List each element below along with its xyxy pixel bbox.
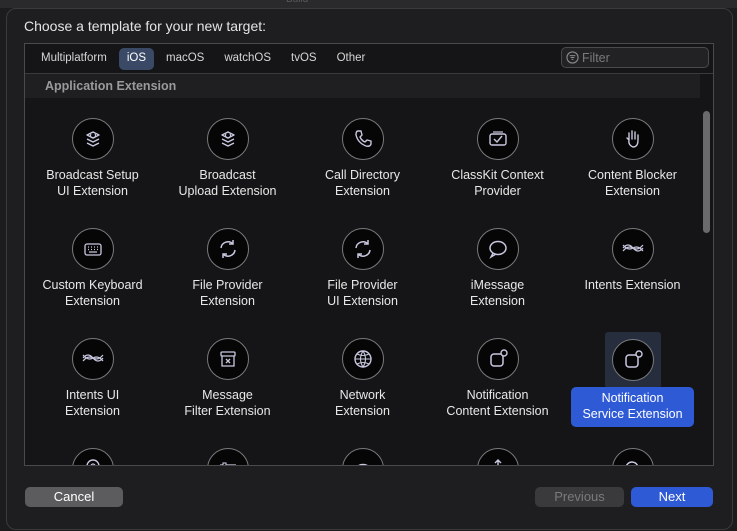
sliders-icon: [207, 448, 249, 465]
template-tile[interactable]: [565, 437, 700, 465]
template-icon-frame: [69, 445, 117, 465]
template-label: File Provider UI Extension: [327, 278, 398, 308]
template-label: ClassKit Context Provider: [451, 168, 544, 198]
template-tile[interactable]: [430, 437, 565, 465]
template-tile[interactable]: iMessage Extension: [430, 217, 565, 325]
template-tile[interactable]: Intents UI Extension: [25, 327, 160, 435]
message-bubble-icon: [477, 228, 519, 270]
template-icon-frame: [474, 225, 522, 273]
template-label: Intents Extension: [584, 278, 681, 292]
template-label: Message Filter Extension: [184, 388, 271, 418]
intents-wave-icon: [72, 338, 114, 380]
template-icon-frame: [474, 445, 522, 465]
template-label: Broadcast Upload Extension: [178, 168, 277, 198]
broadcast-icon: [72, 118, 114, 160]
background-window-strip: Build: [0, 0, 737, 8]
template-label: File Provider Extension: [192, 278, 263, 308]
intents-wave-icon: [612, 228, 654, 270]
notification-icon: [612, 339, 654, 381]
next-button[interactable]: Next: [631, 487, 713, 507]
keyboard-icon: [72, 228, 114, 270]
template-tile[interactable]: ClassKit Context Provider: [430, 107, 565, 215]
template-icon-frame: [69, 115, 117, 163]
previous-button[interactable]: Previous: [535, 487, 624, 507]
template-icon-frame: [204, 225, 252, 273]
template-label: Notification Content Extension: [446, 388, 549, 418]
template-icon-frame: [609, 445, 657, 465]
location-pin-icon: [72, 448, 114, 465]
template-tile[interactable]: Call Directory Extension: [295, 107, 430, 215]
template-grid: Broadcast Setup UI Extension Broadcast Up…: [25, 44, 700, 465]
template-icon-frame: [474, 115, 522, 163]
template-icon-frame: [609, 115, 657, 163]
cancel-button[interactable]: Cancel: [25, 487, 123, 507]
template-tile[interactable]: Notification Content Extension: [430, 327, 565, 435]
globe-icon: [342, 338, 384, 380]
template-label: Call Directory Extension: [324, 168, 400, 198]
template-icon-frame: [339, 445, 387, 465]
template-tile[interactable]: Message Filter Extension: [160, 327, 295, 435]
template-icon-frame: [339, 225, 387, 273]
template-icon-frame: [474, 335, 522, 383]
phone-icon: [342, 118, 384, 160]
sync-icon: [342, 228, 384, 270]
template-tile[interactable]: File Provider UI Extension: [295, 217, 430, 325]
template-label: Notification Service Extension: [571, 387, 694, 427]
scrollbar-thumb[interactable]: [703, 111, 710, 233]
search-icon: [612, 448, 654, 465]
template-tile[interactable]: Notification Service Extension: [565, 327, 700, 435]
template-tile[interactable]: Broadcast Upload Extension: [160, 107, 295, 215]
broadcast-icon: [207, 118, 249, 160]
classkit-icon: [477, 118, 519, 160]
template-label: Network Extension: [335, 388, 390, 418]
template-label: Broadcast Setup UI Extension: [46, 168, 139, 198]
template-label: Intents UI Extension: [65, 388, 120, 418]
template-tile[interactable]: [295, 437, 430, 465]
template-icon-frame: [204, 445, 252, 465]
template-tile[interactable]: Content Blocker Extension: [565, 107, 700, 215]
template-icon-frame: [339, 335, 387, 383]
template-tile[interactable]: Custom Keyboard Extension: [25, 217, 160, 325]
template-tile[interactable]: File Provider Extension: [160, 217, 295, 325]
scrollbar[interactable]: [699, 74, 713, 465]
template-icon-frame: [339, 115, 387, 163]
template-label: iMessage Extension: [470, 278, 525, 308]
message-filter-icon: [207, 338, 249, 380]
template-icon-frame: [204, 115, 252, 163]
notification-icon: [477, 338, 519, 380]
template-tile[interactable]: [25, 437, 160, 465]
template-label: Content Blocker Extension: [588, 168, 677, 198]
share-icon: [477, 448, 519, 465]
sync-icon: [207, 228, 249, 270]
dialog-heading: Choose a template for your new target:: [24, 18, 267, 34]
template-tile[interactable]: [160, 437, 295, 465]
eye-icon: [342, 448, 384, 465]
template-tile[interactable]: Network Extension: [295, 327, 430, 435]
template-icon-frame: [69, 335, 117, 383]
template-icon-frame: [605, 332, 661, 388]
template-icon-frame: [69, 225, 117, 273]
template-tile[interactable]: Broadcast Setup UI Extension: [25, 107, 160, 215]
template-tile[interactable]: Intents Extension: [565, 217, 700, 325]
template-panel: Multiplatform iOS macOS watchOS tvOS Oth…: [24, 43, 714, 466]
hand-icon: [612, 118, 654, 160]
template-icon-frame: [204, 335, 252, 383]
template-label: Custom Keyboard Extension: [42, 278, 143, 308]
template-icon-frame: [609, 225, 657, 273]
